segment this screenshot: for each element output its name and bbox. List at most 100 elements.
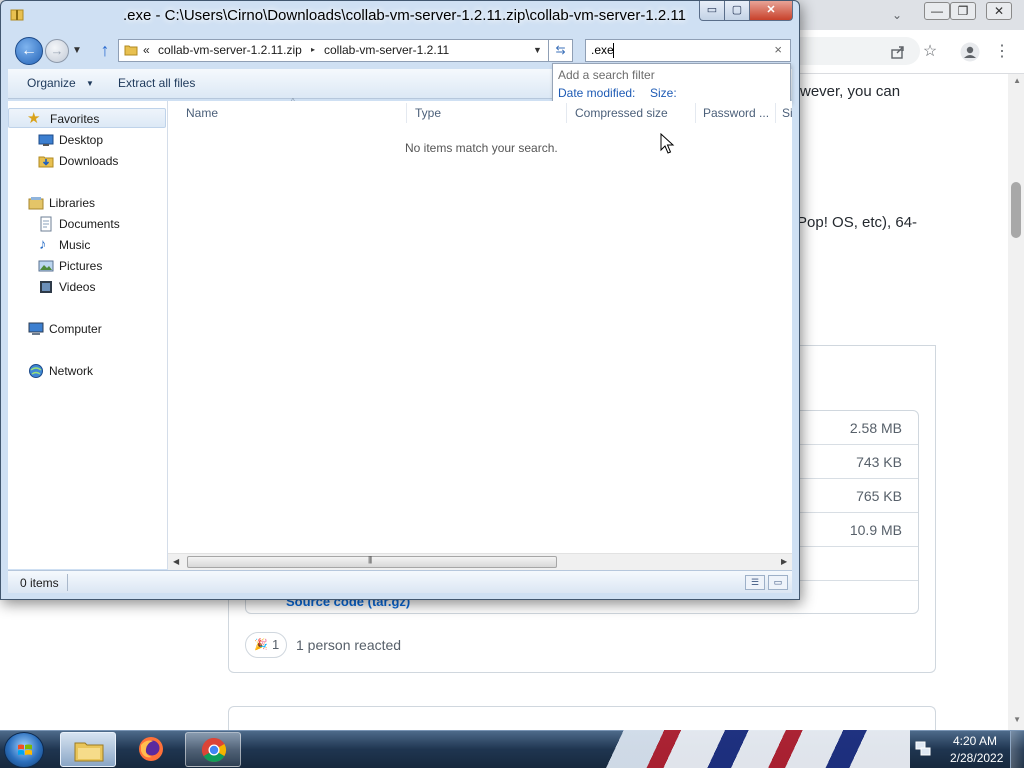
scroll-right-icon[interactable]: ▶ xyxy=(781,557,787,566)
network-tray-icon[interactable] xyxy=(915,740,931,756)
refresh-icon: ⇆ xyxy=(555,43,566,57)
column-name[interactable]: Name xyxy=(186,106,218,120)
item-count: 0 items xyxy=(20,576,59,590)
window-title: .exe - C:\Users\Cirno\Downloads\collab-v… xyxy=(123,7,686,24)
column-size[interactable]: Si xyxy=(782,106,793,120)
maximize-button[interactable]: ▢ xyxy=(724,1,750,21)
refresh-button[interactable]: ⇆ xyxy=(549,39,573,62)
music-icon: ♪ xyxy=(39,236,47,253)
tab-search-icon[interactable]: ⌄ xyxy=(892,8,902,22)
overflow-chevron-icon[interactable]: « xyxy=(143,43,150,57)
grip-icon: ||| xyxy=(368,555,372,564)
downloads-folder-icon xyxy=(38,156,54,168)
column-divider[interactable] xyxy=(775,103,776,123)
explorer-window: .exe - C:\Users\Cirno\Downloads\collab-v… xyxy=(0,0,800,600)
command-bar: Organize ▼ Extract all files xyxy=(8,69,552,99)
nav-label: Documents xyxy=(59,217,120,231)
forward-button[interactable]: → xyxy=(45,39,69,63)
back-button[interactable]: ← xyxy=(15,37,43,65)
column-divider[interactable] xyxy=(406,103,407,123)
mouse-cursor-icon xyxy=(660,133,675,154)
release-text-fragment: wever, you can xyxy=(800,83,901,100)
reaction-count: 1 xyxy=(272,637,280,652)
column-compressed-size[interactable]: Compressed size xyxy=(575,106,668,120)
taskbar-explorer-button[interactable] xyxy=(60,732,116,767)
browser-minimize-button[interactable]: — xyxy=(924,2,950,20)
horizontal-scrollbar[interactable]: ◀ ||| ▶ xyxy=(168,553,792,570)
minimize-button[interactable]: ▭ xyxy=(699,1,725,21)
clock-time[interactable]: 4:20 AM xyxy=(953,734,997,748)
asset-size: 765 KB xyxy=(856,488,902,504)
nav-libraries[interactable]: Libraries xyxy=(8,193,166,213)
breadcrumb-separator-icon[interactable]: ▸ xyxy=(311,45,315,54)
nav-label: Libraries xyxy=(49,196,96,210)
asset-size: 2.58 MB xyxy=(849,420,902,436)
browser-close-button[interactable]: ✕ xyxy=(986,2,1012,20)
scroll-up-icon[interactable]: ▲ xyxy=(1013,76,1021,85)
nav-label: Desktop xyxy=(59,133,104,147)
profile-icon[interactable] xyxy=(958,40,982,64)
size-filter[interactable]: Size: xyxy=(650,86,677,100)
windows-logo-icon xyxy=(18,744,32,755)
nav-desktop[interactable]: Desktop xyxy=(8,130,166,150)
close-button[interactable]: ✕ xyxy=(749,1,793,21)
clock-date[interactable]: 2/28/2022 xyxy=(950,751,1003,765)
nav-computer[interactable]: Computer xyxy=(8,319,166,339)
show-desktop-button[interactable] xyxy=(1010,731,1024,768)
chevron-down-icon[interactable]: ▼ xyxy=(86,79,94,88)
recent-pages-dropdown[interactable]: ▼ xyxy=(72,45,82,56)
videos-icon xyxy=(40,281,52,293)
search-input[interactable]: .exe × xyxy=(585,39,791,62)
arrow-left-icon: ← xyxy=(21,42,37,59)
taskbar-firefox-button[interactable] xyxy=(123,732,179,767)
scroll-down-icon[interactable]: ▼ xyxy=(1013,715,1021,724)
nav-music[interactable]: ♪ Music xyxy=(8,235,166,255)
organize-button[interactable]: Organize xyxy=(27,76,76,90)
taskbar-chrome-button[interactable] xyxy=(185,732,241,767)
column-password[interactable]: Password ... xyxy=(703,106,769,120)
asset-size: 10.9 MB xyxy=(849,522,902,538)
search-filter-dropdown: Add a search filter Date modified: Size: xyxy=(552,63,791,103)
clear-search-icon[interactable]: × xyxy=(774,42,782,57)
star-icon[interactable]: ☆ xyxy=(918,40,942,64)
preview-pane-icon[interactable]: ▭ xyxy=(768,575,788,590)
release-text-fragment: Pop! OS, etc), 64- xyxy=(797,214,918,231)
scroll-left-icon[interactable]: ◀ xyxy=(173,557,179,566)
pictures-icon xyxy=(38,260,54,272)
details-view-icon[interactable]: ☰ xyxy=(745,575,765,590)
text-caret xyxy=(613,43,614,58)
nav-network[interactable]: Network xyxy=(8,361,166,381)
date-modified-filter[interactable]: Date modified: xyxy=(558,86,635,100)
address-dropdown-icon[interactable]: ▼ xyxy=(533,45,542,55)
menu-icon[interactable]: ⋮ xyxy=(990,40,1014,64)
column-divider[interactable] xyxy=(566,103,567,123)
firefox-icon xyxy=(139,737,163,761)
nav-videos[interactable]: Videos xyxy=(8,277,166,297)
up-folder-button[interactable]: ↑ xyxy=(96,39,114,61)
chrome-icon xyxy=(201,738,227,763)
file-list: ^ Name Type Compressed size Password ...… xyxy=(168,97,793,569)
start-button[interactable] xyxy=(4,732,44,768)
nav-label: Music xyxy=(59,238,91,252)
column-divider[interactable] xyxy=(695,103,696,123)
computer-icon xyxy=(28,322,44,335)
reaction-button[interactable]: 🎉 1 xyxy=(245,632,287,658)
horizontal-scrollbar-thumb[interactable]: ||| xyxy=(187,555,557,568)
share-icon[interactable] xyxy=(886,40,910,64)
nav-documents[interactable]: Documents xyxy=(8,214,166,234)
empty-results-message: No items match your search. xyxy=(405,141,558,155)
browser-restore-button[interactable]: ❐ xyxy=(950,2,976,20)
folder-icon xyxy=(74,742,104,762)
nav-pictures[interactable]: Pictures xyxy=(8,256,166,276)
star-icon: ★ xyxy=(27,110,41,127)
nav-favorites[interactable]: ★ Favorites xyxy=(8,108,166,128)
nav-downloads[interactable]: Downloads xyxy=(8,151,166,171)
arrow-right-icon: → xyxy=(50,43,64,58)
breadcrumb-zip[interactable]: collab-vm-server-1.2.11.zip xyxy=(158,43,302,57)
page-scrollbar[interactable]: ▲ ▼ xyxy=(1008,74,1024,730)
breadcrumb-folder[interactable]: collab-vm-server-1.2.11 xyxy=(324,43,449,57)
column-type[interactable]: Type xyxy=(415,106,441,120)
address-bar[interactable]: « collab-vm-server-1.2.11.zip ▸ collab-v… xyxy=(118,39,549,62)
extract-all-button[interactable]: Extract all files xyxy=(118,76,195,90)
page-scrollbar-thumb[interactable] xyxy=(1011,182,1021,238)
